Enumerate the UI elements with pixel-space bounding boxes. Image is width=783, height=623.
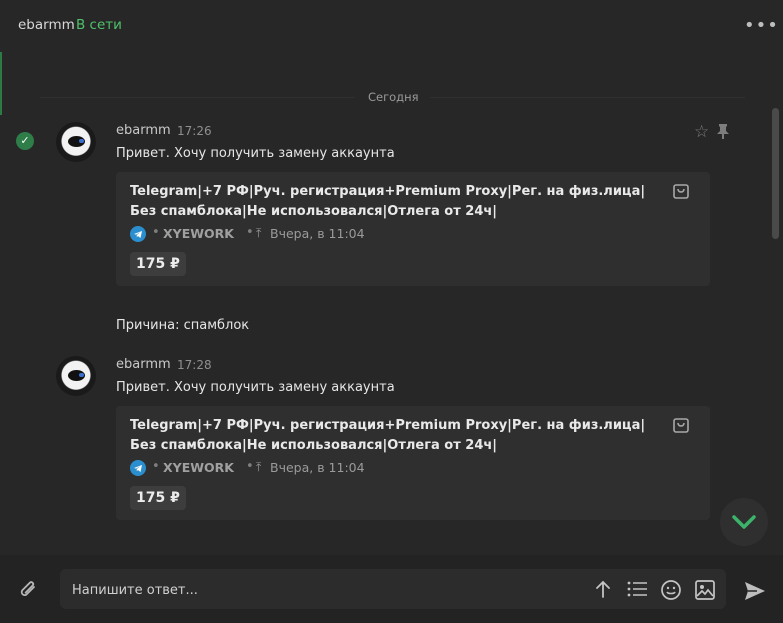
message-text: Привет. Хочу получить замену аккаунта bbox=[116, 380, 395, 395]
message-time: 17:28 bbox=[177, 358, 212, 372]
product-card[interactable]: Telegram|+7 РФ|Руч. регистрация+Premium … bbox=[116, 172, 710, 286]
product-meta: • XYEWORK • ⤒ Вчера, в 11:04 bbox=[130, 459, 430, 476]
avatar[interactable] bbox=[56, 122, 96, 162]
reply-input[interactable] bbox=[70, 578, 574, 602]
raise-icon: ⤒ bbox=[256, 460, 262, 474]
send-icon[interactable] bbox=[744, 581, 766, 605]
shopping-bag-icon[interactable] bbox=[672, 416, 690, 438]
image-icon[interactable] bbox=[694, 579, 716, 605]
reply-input-box[interactable] bbox=[60, 569, 726, 609]
message-text: Привет. Хочу получить замену аккаунта bbox=[116, 146, 395, 161]
scroll-to-bottom-button[interactable] bbox=[720, 498, 768, 546]
message-author[interactable]: ebarmm bbox=[116, 123, 171, 138]
paperclip-icon[interactable] bbox=[18, 578, 40, 607]
product-title[interactable]: Telegram|+7 РФ|Руч. регистрация+Premium … bbox=[130, 416, 650, 456]
product-title[interactable]: Telegram|+7 РФ|Руч. регистрация+Premium … bbox=[130, 182, 650, 222]
seller-name[interactable]: XYEWORK bbox=[163, 460, 234, 475]
raise-icon: ⤒ bbox=[256, 226, 262, 240]
date-separator-label: Сегодня bbox=[368, 90, 419, 104]
chat-header: ebarmm В сети ••• bbox=[0, 0, 783, 52]
product-price: 175 ₽ bbox=[130, 486, 186, 510]
more-horizontal-icon[interactable]: ••• bbox=[744, 15, 779, 36]
online-status: В сети bbox=[76, 17, 122, 33]
message-author[interactable]: ebarmm bbox=[116, 357, 171, 372]
star-icon[interactable]: ☆ bbox=[694, 122, 709, 142]
shopping-bag-icon[interactable] bbox=[672, 182, 690, 204]
message-text: Причина: спамблок bbox=[116, 318, 250, 333]
product-card[interactable]: Telegram|+7 РФ|Руч. регистрация+Premium … bbox=[116, 406, 710, 520]
avatar[interactable] bbox=[56, 356, 96, 396]
seller-name[interactable]: XYEWORK bbox=[163, 226, 234, 241]
product-date: Вчера, в 11:04 bbox=[270, 226, 365, 241]
chevron-down-icon bbox=[732, 515, 756, 529]
scrollbar-thumb[interactable] bbox=[772, 108, 779, 239]
product-price: 175 ₽ bbox=[130, 252, 186, 276]
telegram-icon bbox=[130, 460, 146, 476]
product-meta: • XYEWORK • ⤒ Вчера, в 11:04 bbox=[130, 225, 430, 242]
product-date: Вчера, в 11:04 bbox=[270, 460, 365, 475]
pin-icon[interactable] bbox=[716, 123, 730, 144]
message-time: 17:26 bbox=[177, 124, 212, 138]
read-check-icon: ✓ bbox=[16, 132, 34, 150]
date-separator: Сегодня bbox=[0, 90, 783, 104]
emoji-icon[interactable] bbox=[660, 579, 682, 605]
telegram-icon bbox=[130, 226, 146, 242]
contact-name[interactable]: ebarmm bbox=[18, 17, 75, 33]
message-list[interactable]: Сегодня ✓ ebarmm 17:26 ☆ Привет. Хочу по… bbox=[0, 52, 783, 555]
arrow-up-icon[interactable] bbox=[594, 579, 612, 603]
composer bbox=[0, 555, 783, 623]
list-icon[interactable] bbox=[626, 579, 648, 603]
